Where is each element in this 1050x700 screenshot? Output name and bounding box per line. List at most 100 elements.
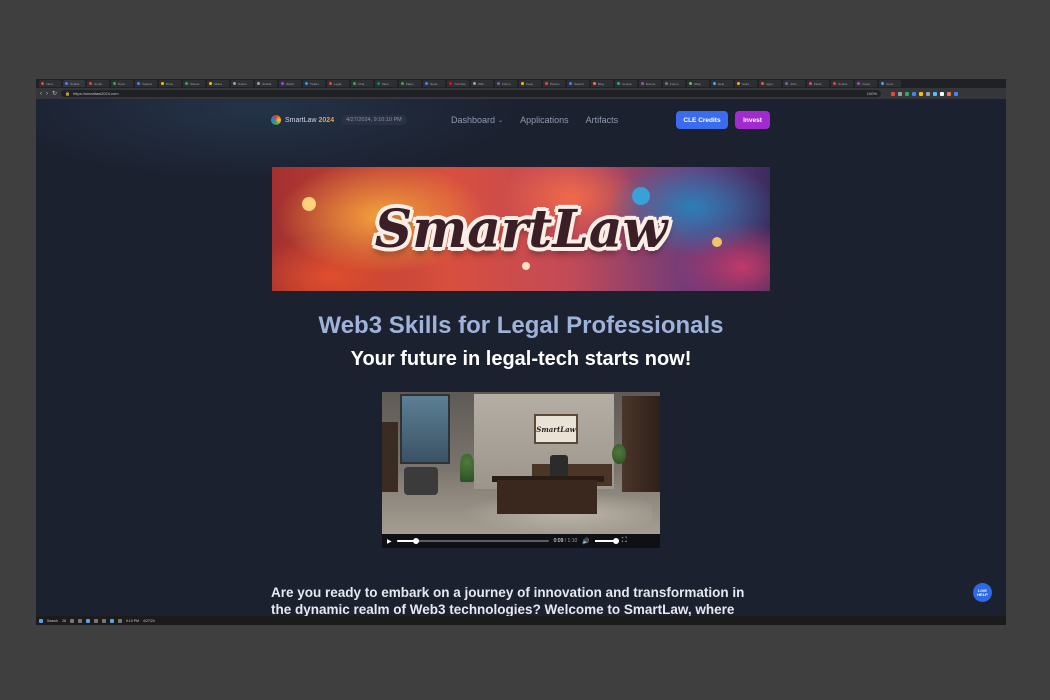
forward-icon[interactable]: › — [46, 91, 48, 97]
taskview-icon[interactable] — [70, 618, 74, 623]
taskbar-app-icon[interactable] — [86, 618, 90, 623]
browser-tab[interactable]: GitHub — [255, 80, 277, 87]
extension-icon[interactable] — [898, 91, 903, 96]
browser-tab[interactable]: Web3 — [279, 80, 301, 87]
extension-icon[interactable] — [912, 91, 917, 96]
tab-favicon-icon — [737, 82, 740, 85]
browser-tab[interactable]: Calend — [135, 80, 157, 87]
browser-tab[interactable]: Forms — [495, 80, 517, 87]
taskbar-app-icon[interactable] — [102, 618, 106, 623]
browser-tab[interactable]: Slides — [207, 80, 229, 87]
browser-tab[interactable]: Jobs — [783, 80, 805, 87]
browser-tab[interactable]: Forum — [663, 80, 685, 87]
tab-favicon-icon — [761, 82, 764, 85]
video-frame: SmartLaw — [382, 392, 660, 534]
browser-tab[interactable]: Music — [807, 80, 829, 87]
browser-tab[interactable]: Meet — [375, 80, 397, 87]
video-player[interactable]: SmartLaw ▶ 0:09 / 1:10 🔊 ⛶ — [382, 392, 660, 548]
windows-start-icon[interactable] — [39, 618, 43, 623]
taskbar-clock[interactable]: 9:10 PM — [126, 619, 139, 623]
browser-tab[interactable]: Twitter — [303, 80, 325, 87]
menu-dashboard[interactable]: Dashboard ⌄ — [451, 115, 503, 125]
taskbar-date[interactable]: 4/27/24 — [143, 619, 155, 623]
browser-tab[interactable]: SmartL — [831, 80, 853, 87]
office-shelf — [382, 422, 398, 492]
extension-icon[interactable] — [926, 91, 931, 96]
browser-tab[interactable]: Drive — [159, 80, 181, 87]
browser-tab[interactable]: Help — [711, 80, 733, 87]
extension-icon[interactable] — [940, 91, 945, 96]
tab-favicon-icon — [593, 82, 596, 85]
browser-tab[interactable]: Events — [639, 80, 661, 87]
taskbar-app-icon[interactable] — [110, 618, 114, 623]
video-progress-bar[interactable] — [396, 538, 549, 544]
tab-label: Cred — [886, 81, 893, 86]
extension-icon[interactable] — [919, 91, 924, 96]
extension-icon[interactable] — [905, 91, 910, 96]
tab-label: Invest — [862, 81, 871, 86]
menu-applications[interactable]: Applications — [520, 115, 569, 125]
extension-icon[interactable] — [891, 91, 896, 96]
volume-slider[interactable] — [594, 538, 619, 544]
browser-tab[interactable]: News — [423, 80, 445, 87]
tab-label: Music — [814, 81, 822, 86]
tab-label: Events — [646, 81, 656, 86]
volume-knob[interactable] — [612, 538, 619, 544]
brand[interactable]: SmartLaw 2024 4/27/2024, 9:10:10 PM — [271, 115, 407, 125]
office-chair — [550, 455, 568, 477]
browser-tab[interactable]: Maps — [399, 80, 421, 87]
brand-year: 2024 — [318, 116, 335, 124]
menu-artifacts[interactable]: Artifacts — [586, 115, 619, 125]
taskbar-app-icon[interactable] — [118, 618, 122, 623]
play-icon[interactable]: ▶ — [387, 538, 392, 545]
reload-icon[interactable]: ↻ — [52, 91, 57, 97]
browser-tab[interactable]: Photos — [543, 80, 565, 87]
volume-icon[interactable]: 🔊 — [582, 538, 589, 545]
tab-favicon-icon — [281, 82, 284, 85]
browser-tab[interactable]: Cred — [879, 80, 901, 87]
browser-tab[interactable]: Sheets — [183, 80, 205, 87]
browser-tab[interactable]: Store — [735, 80, 757, 87]
tab-label: GitHub — [262, 81, 272, 86]
desk — [497, 480, 597, 514]
tab-favicon-icon — [377, 82, 380, 85]
back-icon[interactable]: ‹ — [40, 91, 42, 97]
invest-button[interactable]: Invest — [735, 111, 770, 129]
browser-tab[interactable]: Gmail — [87, 80, 109, 87]
browser-tab[interactable]: Shop — [687, 80, 709, 87]
live-help-button[interactable]: LIVE HELP — [973, 583, 992, 602]
browser-window: Inbox SmartL Gmail Docs Calend Drive Sheets Sli… — [36, 79, 1006, 625]
browser-tab[interactable]: Notion — [231, 80, 253, 87]
tab-label: Twitter — [310, 81, 319, 86]
taskbar-search[interactable]: Search — [47, 619, 58, 623]
extension-icon[interactable] — [947, 91, 952, 96]
browser-tab[interactable]: Course — [615, 80, 637, 87]
extension-icon[interactable] — [933, 91, 938, 96]
video-progress-knob[interactable] — [413, 538, 420, 544]
taskbar-weather[interactable]: 28 — [62, 619, 66, 623]
taskbar-app-icon[interactable] — [94, 618, 98, 623]
cle-credits-button[interactable]: CLE Credits — [676, 111, 728, 129]
browser-tab[interactable]: Blog — [591, 80, 613, 87]
page: SmartLaw 2024 4/27/2024, 9:10:10 PM Dash… — [36, 99, 1006, 617]
browser-tab[interactable]: Legal — [327, 80, 349, 87]
video-duration: 1:10 — [567, 538, 578, 544]
browser-tab[interactable]: Invest — [855, 80, 877, 87]
browser-tab[interactable]: Inbox — [39, 80, 61, 87]
tab-label: Apps — [766, 81, 773, 86]
browser-tab[interactable]: Search — [567, 80, 589, 87]
fullscreen-icon[interactable]: ⛶ — [622, 537, 627, 545]
browser-tab[interactable]: Docs — [111, 80, 133, 87]
browser-tab[interactable]: YouTube — [447, 80, 469, 87]
taskbar-app-icon[interactable] — [78, 618, 82, 623]
address-bar[interactable]: 🔒 https://smartlaw2024.com 100% — [61, 90, 882, 97]
menu-applications-label: Applications — [520, 115, 569, 125]
browser-tab[interactable]: SmartL — [63, 80, 85, 87]
browser-tab[interactable]: Apps — [759, 80, 781, 87]
browser-tab[interactable]: Wiki — [471, 80, 493, 87]
tab-favicon-icon — [521, 82, 524, 85]
browser-tab[interactable]: Keep — [519, 80, 541, 87]
extension-icon[interactable] — [954, 91, 959, 96]
tab-favicon-icon — [113, 82, 116, 85]
browser-tab[interactable]: Chat — [351, 80, 373, 87]
